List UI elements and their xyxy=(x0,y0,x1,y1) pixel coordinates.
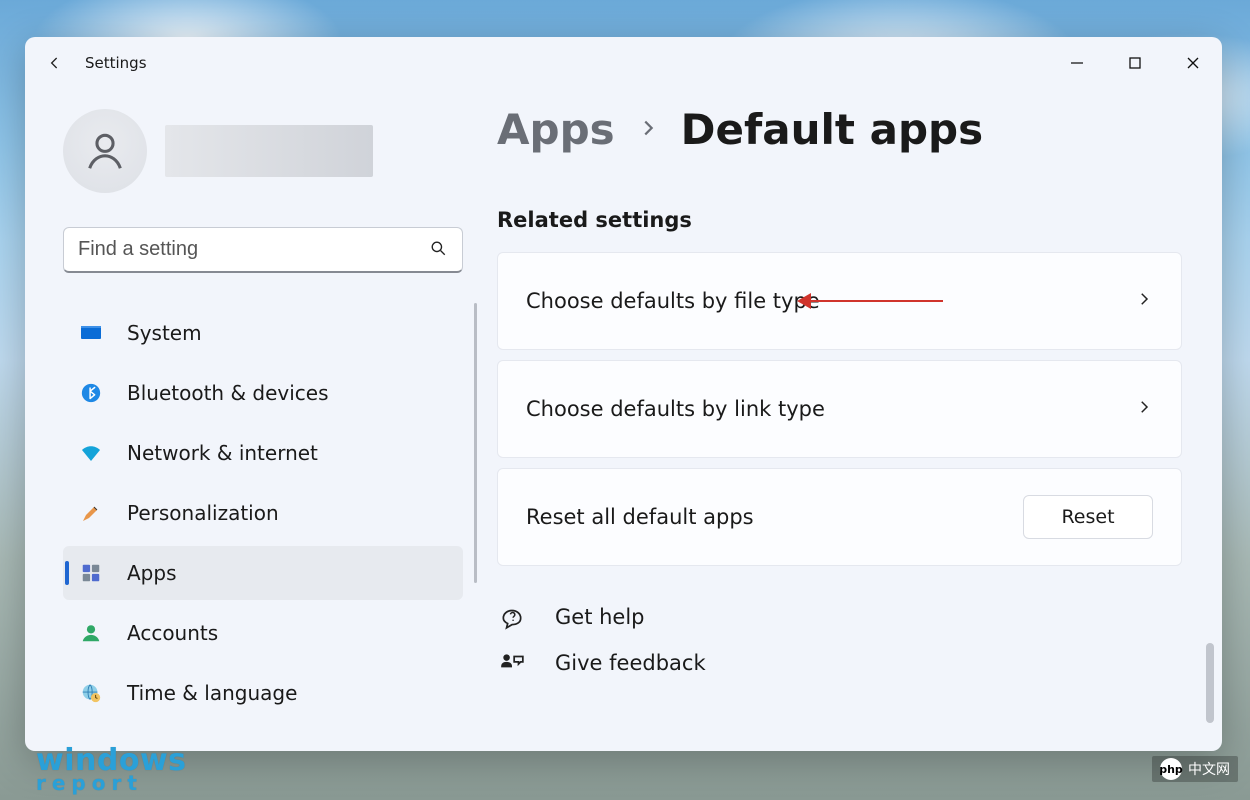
sidebar-scrollbar[interactable] xyxy=(474,303,477,583)
close-button[interactable] xyxy=(1164,42,1222,84)
arrow-left-icon xyxy=(45,53,65,73)
username-redacted xyxy=(165,125,373,177)
sidebar-item-network[interactable]: Network & internet xyxy=(63,426,463,480)
footer-links: Get help Give feedback xyxy=(497,604,1182,676)
sidebar-item-label: Network & internet xyxy=(127,441,318,465)
footer-link-label: Get help xyxy=(555,605,645,629)
search-icon xyxy=(429,239,447,261)
account-icon xyxy=(79,621,103,645)
back-button[interactable] xyxy=(33,41,77,85)
maximize-button[interactable] xyxy=(1106,42,1164,84)
breadcrumb-parent[interactable]: Apps xyxy=(497,105,615,154)
watermark-right: php 中文网 xyxy=(1152,756,1238,782)
search-input[interactable] xyxy=(63,227,463,273)
sidebar-item-label: Personalization xyxy=(127,501,279,525)
avatar xyxy=(63,109,147,193)
breadcrumb-current: Default apps xyxy=(681,105,983,154)
monitor-icon xyxy=(79,321,103,345)
card-defaults-by-file-type[interactable]: Choose defaults by file type xyxy=(497,252,1182,350)
sidebar-item-accounts[interactable]: Accounts xyxy=(63,606,463,660)
chevron-right-icon xyxy=(637,117,659,143)
watermark-left: windows report xyxy=(36,747,187,792)
sidebar: System Bluetooth & devices Network & int… xyxy=(25,89,487,751)
sidebar-item-time-language[interactable]: Time & language xyxy=(63,666,463,720)
person-icon xyxy=(82,128,128,174)
close-icon xyxy=(1186,56,1200,70)
profile-block[interactable] xyxy=(63,109,475,193)
minimize-icon xyxy=(1070,56,1084,70)
chevron-right-icon xyxy=(1135,397,1153,421)
apps-icon xyxy=(79,561,103,585)
main-scrollbar[interactable] xyxy=(1206,643,1214,723)
titlebar: Settings xyxy=(25,37,1222,89)
maximize-icon xyxy=(1128,56,1142,70)
content: System Bluetooth & devices Network & int… xyxy=(25,89,1222,751)
sidebar-item-system[interactable]: System xyxy=(63,306,463,360)
sidebar-item-label: Apps xyxy=(127,561,177,585)
php-logo-icon: php xyxy=(1160,758,1182,780)
card-label: Choose defaults by file type xyxy=(526,289,820,313)
breadcrumb: Apps Default apps xyxy=(497,105,1182,154)
wifi-icon xyxy=(79,441,103,465)
sidebar-item-label: Time & language xyxy=(127,681,297,705)
get-help-link[interactable]: Get help xyxy=(497,604,1182,630)
help-icon xyxy=(497,604,527,630)
globe-clock-icon xyxy=(79,681,103,705)
window-controls xyxy=(1048,42,1222,84)
watermark-text: windows xyxy=(36,747,187,774)
card-reset-defaults: Reset all default apps Reset xyxy=(497,468,1182,566)
minimize-button[interactable] xyxy=(1048,42,1106,84)
sidebar-item-personalization[interactable]: Personalization xyxy=(63,486,463,540)
feedback-icon xyxy=(497,650,527,676)
annotation-arrow xyxy=(803,300,943,302)
bluetooth-icon xyxy=(79,381,103,405)
window-title: Settings xyxy=(85,54,147,72)
reset-button-label: Reset xyxy=(1061,506,1114,528)
chevron-right-icon xyxy=(1135,289,1153,313)
sidebar-item-label: System xyxy=(127,321,202,345)
search-wrap xyxy=(63,227,463,273)
give-feedback-link[interactable]: Give feedback xyxy=(497,650,1182,676)
sidebar-item-bluetooth[interactable]: Bluetooth & devices xyxy=(63,366,463,420)
section-title: Related settings xyxy=(497,208,1182,232)
footer-link-label: Give feedback xyxy=(555,651,706,675)
paintbrush-icon xyxy=(79,501,103,525)
main-panel: Apps Default apps Related settings Choos… xyxy=(487,89,1222,751)
watermark-text: 中文网 xyxy=(1188,759,1230,779)
card-label: Reset all default apps xyxy=(526,505,754,529)
sidebar-item-label: Accounts xyxy=(127,621,218,645)
settings-cards: Choose defaults by file type Choose defa… xyxy=(497,252,1182,566)
nav: System Bluetooth & devices Network & int… xyxy=(63,303,475,723)
reset-button[interactable]: Reset xyxy=(1023,495,1153,539)
sidebar-item-label: Bluetooth & devices xyxy=(127,381,329,405)
card-defaults-by-link-type[interactable]: Choose defaults by link type xyxy=(497,360,1182,458)
settings-window: Settings xyxy=(25,37,1222,751)
card-label: Choose defaults by link type xyxy=(526,397,825,421)
sidebar-item-apps[interactable]: Apps xyxy=(63,546,463,600)
